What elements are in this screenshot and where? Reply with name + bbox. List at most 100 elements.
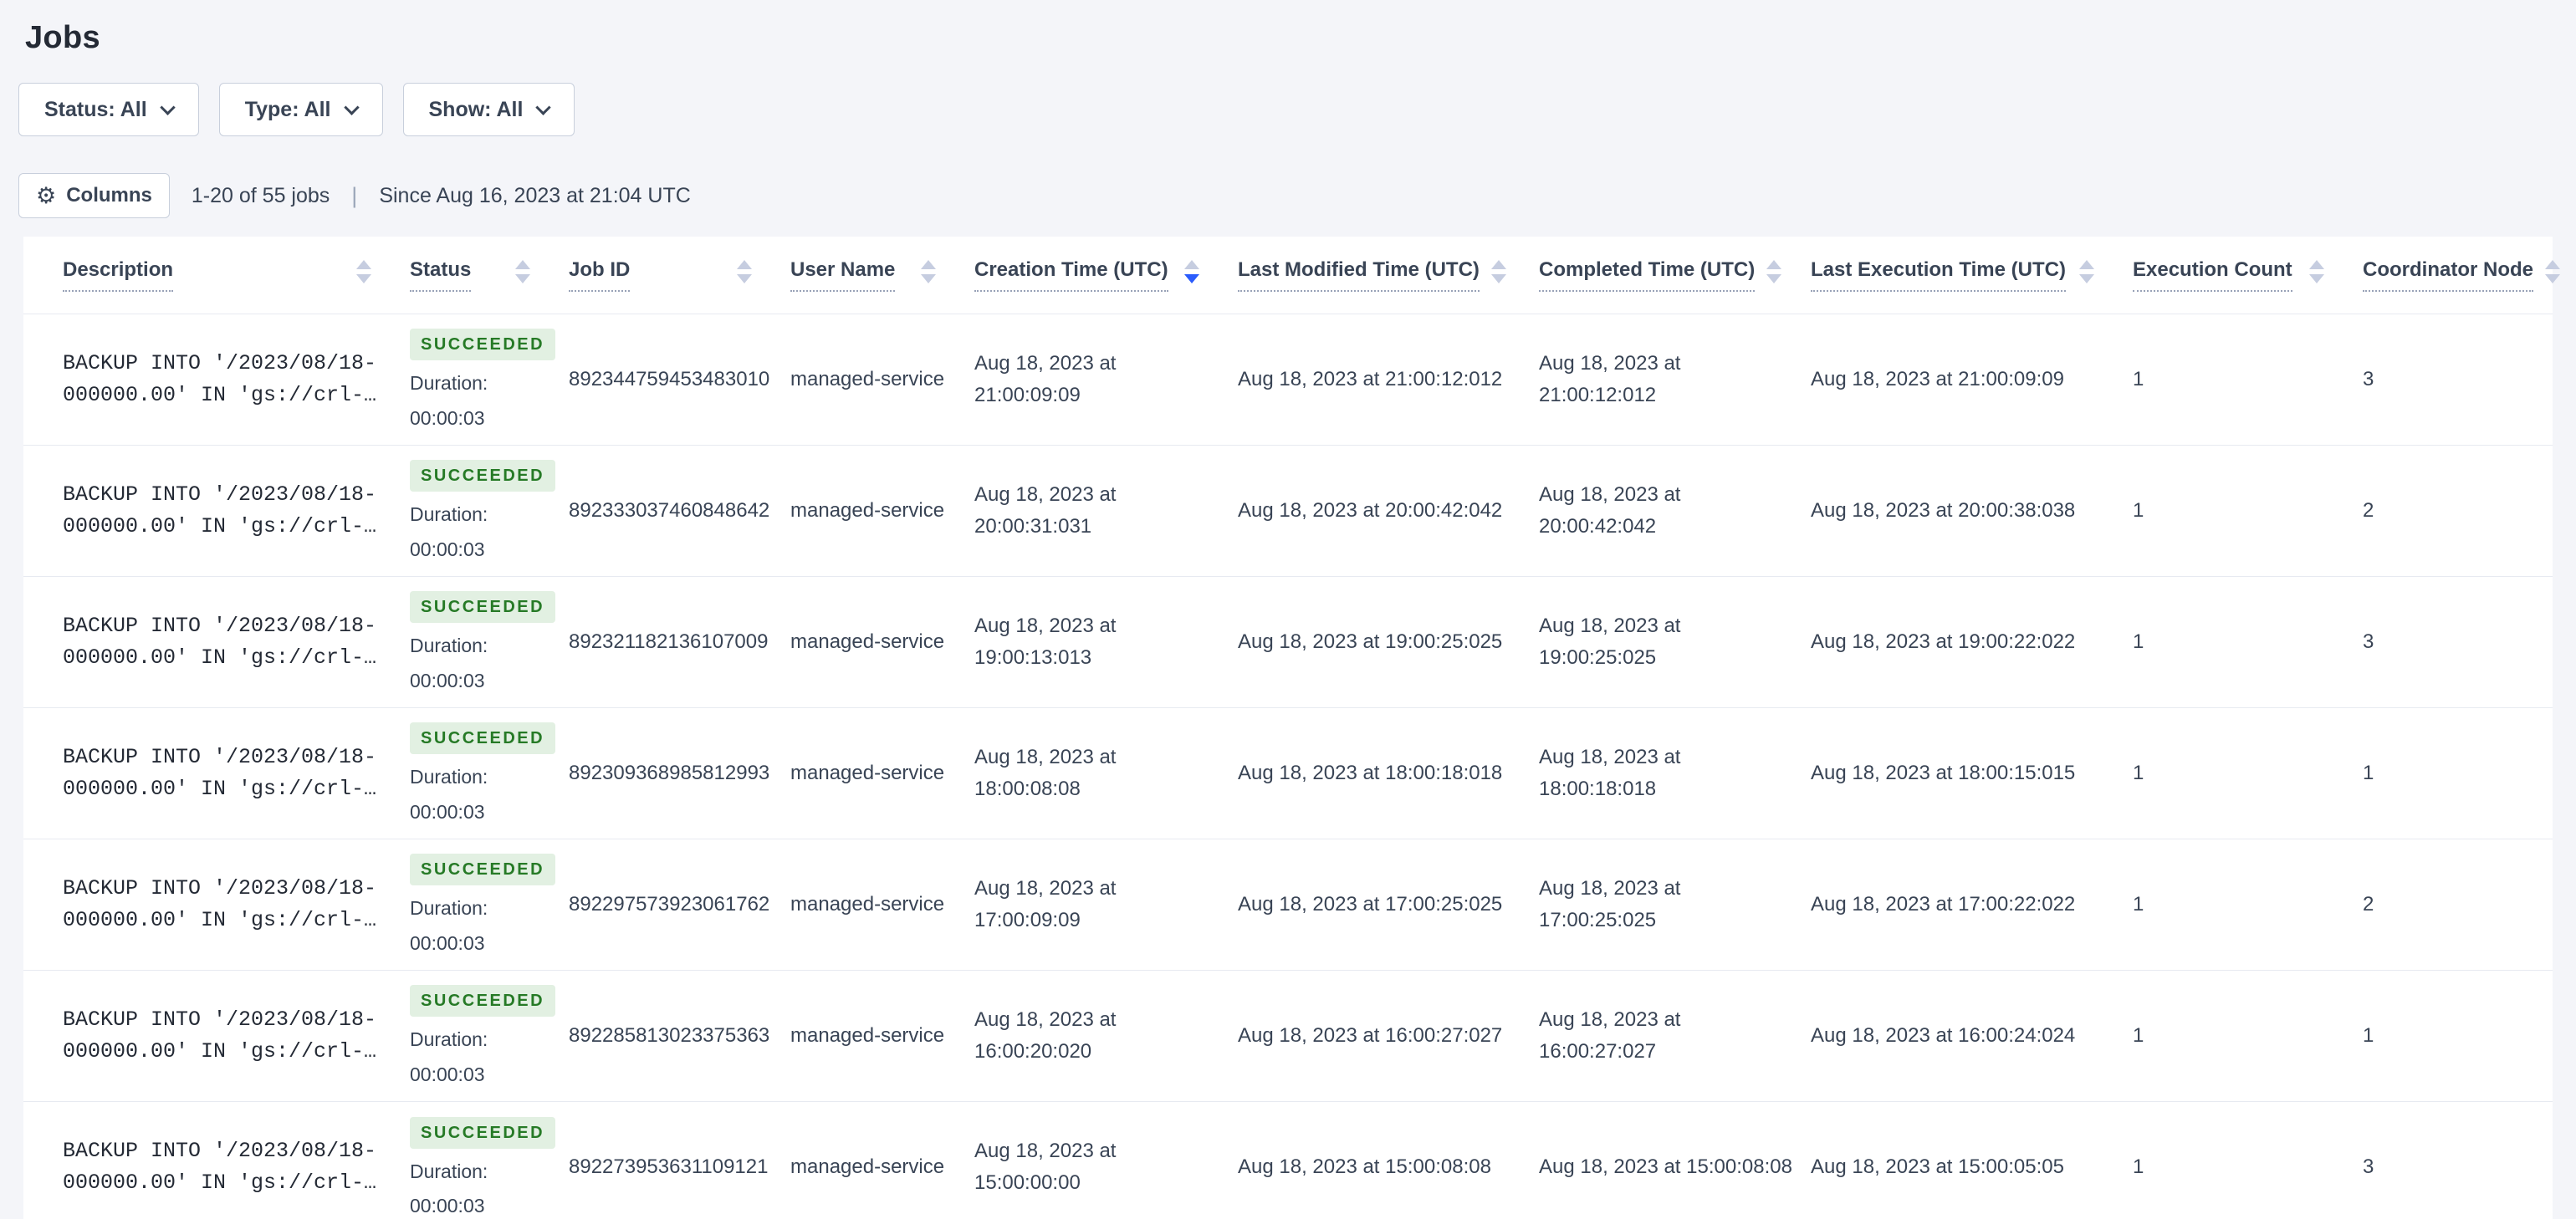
column-header-label: Job ID [569,258,631,292]
table-row[interactable]: BACKUP INTO '/2023/08/18-000000.00' IN '… [23,838,2553,970]
duration-label: Duration: [410,503,488,526]
sort-arrows-icon[interactable] [1184,259,1199,283]
completed-time-cell: Aug 18, 2023 at 21:00:12:012 [1539,351,1681,406]
job-description-link[interactable]: BACKUP INTO '/2023/08/18-000000.00' IN '… [63,1135,389,1198]
status-filter-label: Status: All [44,97,147,121]
toolbar-separator: | [351,182,358,208]
show-filter-dropdown[interactable]: Show: All [402,83,575,136]
duration-value: 00:00:03 [410,801,485,823]
table-row[interactable]: BACKUP INTO '/2023/08/18-000000.00' IN '… [23,444,2553,576]
coordinator-node-cell: 2 [2363,838,2553,970]
last-execution-time-cell: Aug 18, 2023 at 17:00:22:022 [1811,838,2133,970]
user-name-cell: managed-service [790,969,974,1101]
completed-time-cell: Aug 18, 2023 at 19:00:25:025 [1539,575,1811,707]
last-modified-time-cell: Aug 18, 2023 at 19:00:25:025 [1238,575,1539,707]
column-header-label: Creation Time (UTC) [974,258,1168,292]
coordinator-node-cell: 1 [2363,706,2553,839]
column-header[interactable]: Last Modified Time (UTC) [1238,237,1539,314]
user-name-cell: managed-service [790,575,974,707]
duration-label: Duration: [410,897,488,920]
duration-value: 00:00:03 [410,407,485,429]
column-header[interactable]: Status [410,237,569,314]
completed-time-cell: Aug 18, 2023 at 16:00:27:027 [1539,969,1811,1101]
creation-time-cell: Aug 18, 2023 at 21:00:09:09 [974,351,1117,406]
duration-value: 00:00:03 [410,932,485,954]
sort-arrows-icon[interactable] [356,259,371,283]
execution-count-cell: 1 [2133,367,2144,390]
duration-value: 00:00:03 [410,1195,485,1217]
sort-arrows-icon[interactable] [1766,259,1782,283]
job-description-link[interactable]: BACKUP INTO '/2023/08/18-000000.00' IN '… [63,348,389,411]
job-description-link[interactable]: BACKUP INTO '/2023/08/18-000000.00' IN '… [63,873,389,936]
execution-count-cell: 1 [2133,575,2363,707]
duration-value: 00:00:03 [410,670,485,691]
last-modified-time-cell: Aug 18, 2023 at 16:00:27:027 [1238,969,1539,1101]
duration-label: Duration: [410,372,488,395]
coordinator-node-cell: 2 [2363,444,2553,576]
sort-arrows-icon[interactable] [515,259,530,283]
user-name-cell: managed-service [790,706,974,839]
column-header-label: Coordinator Node [2363,258,2533,292]
completed-time-cell: Aug 18, 2023 at 20:00:42:042 [1539,444,1811,576]
job-description-link[interactable]: BACKUP INTO '/2023/08/18-000000.00' IN '… [63,742,389,804]
column-header[interactable]: Description [23,237,410,314]
columns-button-label: Columns [66,184,152,207]
sort-arrows-icon[interactable] [2079,259,2094,283]
jobs-table-card: Description Status Job ID User Name Crea… [23,237,2560,1219]
column-header[interactable]: Creation Time (UTC) [974,237,1238,314]
gear-icon: ⚙ [36,182,57,209]
execution-count-cell: 1 [2133,838,2363,970]
job-description-link[interactable]: BACKUP INTO '/2023/08/18-000000.00' IN '… [63,1004,389,1067]
type-filter-dropdown[interactable]: Type: All [218,83,383,136]
sort-arrows-icon[interactable] [921,259,936,283]
column-header[interactable]: Completed Time (UTC) [1539,237,1811,314]
job-id-cell: 892321182136107009 [569,575,790,707]
sort-arrows-icon[interactable] [737,259,752,283]
status-badge: SUCCEEDED [410,591,556,624]
duration-label: Duration: [410,1028,488,1051]
sort-arrows-icon[interactable] [2545,259,2560,283]
column-header[interactable]: Execution Count [2133,237,2363,314]
job-id-cell: 892297573923061762 [569,838,790,970]
status-badge: SUCCEEDED [410,460,556,492]
last-modified-time-cell: Aug 18, 2023 at 21:00:12:012 [1238,367,1503,390]
table-toolbar: ⚙ Columns 1-20 of 55 jobs | Since Aug 16… [18,173,2576,218]
table-row[interactable]: BACKUP INTO '/2023/08/18-000000.00' IN '… [23,314,2553,445]
status-badge: SUCCEEDED [410,329,556,361]
user-name-cell: managed-service [790,367,945,390]
last-execution-time-cell: Aug 18, 2023 at 18:00:15:015 [1811,706,2133,839]
show-filter-label: Show: All [428,97,524,121]
job-description-link[interactable]: BACKUP INTO '/2023/08/18-000000.00' IN '… [63,610,389,673]
table-row[interactable]: BACKUP INTO '/2023/08/18-000000.00' IN '… [23,969,2553,1101]
coordinator-node-cell: 3 [2363,1100,2553,1219]
job-id-cell: 892344759453483010 [569,367,770,390]
column-header-label: Status [410,258,472,292]
type-filter-label: Type: All [244,97,331,121]
column-header[interactable]: Coordinator Node [2363,237,2560,314]
since-text: Since Aug 16, 2023 at 21:04 UTC [379,183,691,207]
last-execution-time-cell: Aug 18, 2023 at 21:00:09:09 [1811,367,2064,390]
duration-label: Duration: [410,766,488,788]
duration-value: 00:00:03 [410,538,485,560]
coordinator-node-cell: 3 [2363,575,2553,707]
column-header[interactable]: Job ID [569,237,790,314]
completed-time-cell: Aug 18, 2023 at 17:00:25:025 [1539,838,1811,970]
status-badge: SUCCEEDED [410,985,556,1018]
execution-count-cell: 1 [2133,969,2363,1101]
column-header[interactable]: Last Execution Time (UTC) [1811,237,2133,314]
duration-value: 00:00:03 [410,1063,485,1085]
jobs-table: Description Status Job ID User Name Crea… [23,237,2560,1219]
filter-bar: Status: All Type: All Show: All [18,83,2576,136]
sort-arrows-icon[interactable] [1490,259,1506,283]
job-description-link[interactable]: BACKUP INTO '/2023/08/18-000000.00' IN '… [63,479,389,542]
table-row[interactable]: BACKUP INTO '/2023/08/18-000000.00' IN '… [23,1100,2553,1219]
duration-label: Duration: [410,1160,488,1182]
table-row[interactable]: BACKUP INTO '/2023/08/18-000000.00' IN '… [23,706,2553,839]
sort-arrows-icon[interactable] [2309,259,2324,283]
table-row[interactable]: BACKUP INTO '/2023/08/18-000000.00' IN '… [23,575,2553,707]
column-header[interactable]: User Name [790,237,974,314]
execution-count-cell: 1 [2133,706,2363,839]
status-badge: SUCCEEDED [410,1116,556,1149]
columns-button[interactable]: ⚙ Columns [18,173,170,218]
status-filter-dropdown[interactable]: Status: All [18,83,199,136]
